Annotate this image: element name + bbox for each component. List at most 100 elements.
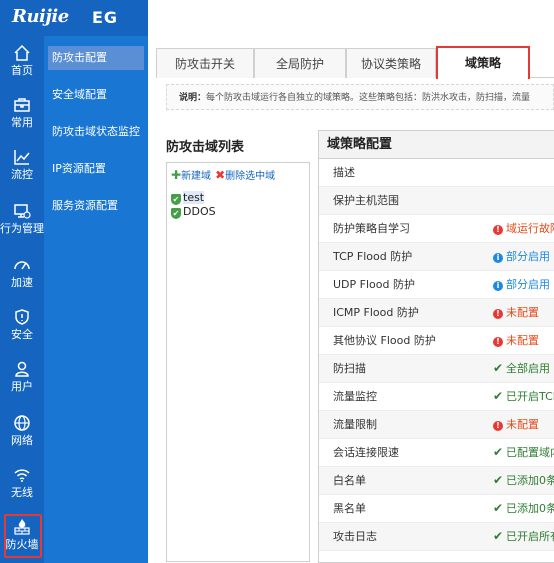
rail-label: 流控 xyxy=(11,168,33,181)
rail-item-acceleration[interactable]: 加速 xyxy=(0,250,44,302)
user-icon xyxy=(15,361,29,377)
submenu-item-zone-monitor[interactable]: 防攻击域状态监控 xyxy=(48,120,144,144)
policy-row[interactable]: TCP Flood 防护 i 部分启用 xyxy=(319,243,554,271)
selection-highlight xyxy=(4,514,42,558)
rail-item-users[interactable]: 用户 xyxy=(0,354,44,406)
policy-row[interactable]: 描述 xyxy=(319,159,554,187)
policy-status[interactable]: i 部分启用 xyxy=(493,271,550,299)
policy-status[interactable]: ✔ 已添加0条 xyxy=(493,467,554,495)
rail-item-home[interactable]: 首页 xyxy=(0,38,44,90)
policy-row[interactable]: 其他协议 Flood 防护! 未配置 xyxy=(319,327,554,355)
warning-icon: ! xyxy=(493,421,503,431)
policy-key: 会话连接限速 xyxy=(333,446,399,459)
rail-label: 加速 xyxy=(11,276,33,289)
rail-item-firewall[interactable]: 防火墙 xyxy=(0,512,44,563)
info-icon: i xyxy=(493,281,503,291)
zone-policy-panel: 域策略配置 描述保护主机范围防护策略自学习!域运行故障TCP Flood 防护i… xyxy=(318,130,554,563)
zone-name: DDOS xyxy=(183,205,216,218)
check-icon: ✔ xyxy=(493,361,504,375)
rail-item-flow-control[interactable]: 流控 xyxy=(0,142,44,194)
submenu-item-attack-config[interactable]: 防攻击配置 xyxy=(48,46,144,70)
rail-item-wireless[interactable]: 无线 xyxy=(0,460,44,512)
zone-name: test xyxy=(183,191,205,204)
policy-status[interactable]: ✔已开启TCP xyxy=(493,383,554,411)
speedometer-icon xyxy=(14,261,30,270)
tab-bar: 防攻击开关 全局防护 协议类策略 域策略 xyxy=(156,44,554,79)
rail-item-behavior[interactable]: 行为管理 xyxy=(0,196,44,248)
warning-icon: ! xyxy=(493,225,503,235)
policy-key: 防护策略自学习 xyxy=(333,222,410,235)
policy-key: 保护主机范围 xyxy=(333,194,399,207)
policy-status[interactable]: ! 未配置 xyxy=(493,411,539,439)
policy-status[interactable]: ✔ 已添加0条 xyxy=(493,495,554,523)
policy-status[interactable]: i 部分启用 xyxy=(493,243,550,271)
policy-row[interactable]: UDP Flood 防护 i 部分启用 xyxy=(319,271,554,299)
check-icon: ✔ xyxy=(493,501,504,515)
notice-prefix: 说明： xyxy=(179,93,207,103)
globe-icon xyxy=(14,415,30,431)
app-window: Ruijie EG 首页 常用 流控 行为管理 加速 安全 用户 网络 无线 防… xyxy=(0,0,554,563)
new-zone-label: 新建域 xyxy=(181,171,212,182)
tab-global-protection[interactable]: 全局防护 xyxy=(254,48,346,78)
submenu-item-ip-resources[interactable]: IP资源配置 xyxy=(48,157,144,181)
warning-icon: ! xyxy=(493,337,503,347)
delete-icon: ✖ xyxy=(215,168,226,182)
policy-key: 攻击日志 xyxy=(333,530,377,543)
policy-status-text: 未配置 xyxy=(506,306,539,319)
chart-line-icon xyxy=(14,150,30,165)
rail-label: 常用 xyxy=(11,116,33,129)
zone-list-item[interactable]: ✔ DDOS xyxy=(171,205,216,219)
brand-bar: Ruijie EG xyxy=(0,0,148,36)
policy-status[interactable]: ✔已开启所有 xyxy=(493,523,554,551)
policy-status-text: 已配置域内 xyxy=(506,446,554,459)
policy-row[interactable]: 防扫描 ✔ 全部启用 xyxy=(319,355,554,383)
notice-text: 每个防攻击域运行各自独立的域策略。这些策略包括：防洪水攻击，防扫描，流量 xyxy=(206,93,531,103)
rail-item-network[interactable]: 网络 xyxy=(0,408,44,460)
policy-row[interactable]: 黑名单 ✔ 已添加0条 xyxy=(319,495,554,523)
policy-key: 白名单 xyxy=(333,474,366,487)
policy-status[interactable]: ✔ 全部启用 xyxy=(493,355,550,383)
policy-status-text: 已开启TCP xyxy=(506,390,554,403)
policy-row[interactable]: 流量监控 ✔已开启TCP xyxy=(319,383,554,411)
policy-row[interactable]: 防护策略自学习 !域运行故障 xyxy=(319,215,554,243)
zone-list-title: 防攻击域列表 xyxy=(166,140,245,155)
product-name: EG xyxy=(92,8,119,27)
policy-key: TCP Flood 防护 xyxy=(333,250,413,263)
zone-list-item[interactable]: ✔ test xyxy=(171,191,205,205)
policy-status[interactable]: !域运行故障 xyxy=(493,215,554,243)
policy-status[interactable]: ✔已配置域内 xyxy=(493,439,554,467)
tab-protocol-policy[interactable]: 协议类策略 xyxy=(346,48,436,78)
policy-row[interactable]: ICMP Flood 防护! 未配置 xyxy=(319,299,554,327)
policy-key: 描述 xyxy=(333,166,355,179)
policy-row[interactable]: 流量限制! 未配置 xyxy=(319,411,554,439)
check-icon: ✔ xyxy=(493,445,504,459)
policy-row[interactable]: 会话连接限速 ✔已配置域内 xyxy=(319,439,554,467)
policy-row[interactable]: 攻击日志 ✔已开启所有 xyxy=(319,523,554,551)
submenu-item-service-resources[interactable]: 服务资源配置 xyxy=(48,194,144,218)
home-icon xyxy=(14,44,30,61)
policy-status[interactable]: ! 未配置 xyxy=(493,299,539,327)
tab-attack-switch[interactable]: 防攻击开关 xyxy=(156,48,254,78)
policy-status-text: 已开启所有 xyxy=(506,530,554,543)
policy-status-text: 部分启用 xyxy=(506,278,550,291)
rail-item-security[interactable]: 安全 xyxy=(0,302,44,354)
new-zone-button[interactable]: ✚新建域 xyxy=(171,168,212,182)
policy-key: 流量监控 xyxy=(333,390,377,403)
rail-item-common[interactable]: 常用 xyxy=(0,90,44,142)
policy-status-text: 全部启用 xyxy=(506,362,550,375)
delete-zone-button[interactable]: ✖删除选中域 xyxy=(215,168,275,182)
zone-list-panel: ✚新建域 ✖删除选中域 ✔ test ✔ DDOS xyxy=(166,162,310,562)
policy-key: 防扫描 xyxy=(333,362,366,375)
policy-row[interactable]: 白名单 ✔ 已添加0条 xyxy=(319,467,554,495)
wifi-icon xyxy=(14,469,30,482)
info-icon: i xyxy=(493,253,503,263)
policy-status[interactable]: ! 未配置 xyxy=(493,327,539,355)
policy-status-text: 部分启用 xyxy=(506,250,550,263)
firewall-submenu: 防攻击配置 安全域配置 防攻击域状态监控 IP资源配置 服务资源配置 xyxy=(44,36,148,563)
rail-label: 行为管理 xyxy=(0,222,44,235)
policy-key: UDP Flood 防护 xyxy=(333,278,415,291)
submenu-item-security-zone[interactable]: 安全域配置 xyxy=(48,83,144,107)
tab-zone-policy[interactable]: 域策略 xyxy=(436,46,530,79)
policy-row[interactable]: 保护主机范围 xyxy=(319,187,554,215)
briefcase-icon xyxy=(14,98,30,112)
